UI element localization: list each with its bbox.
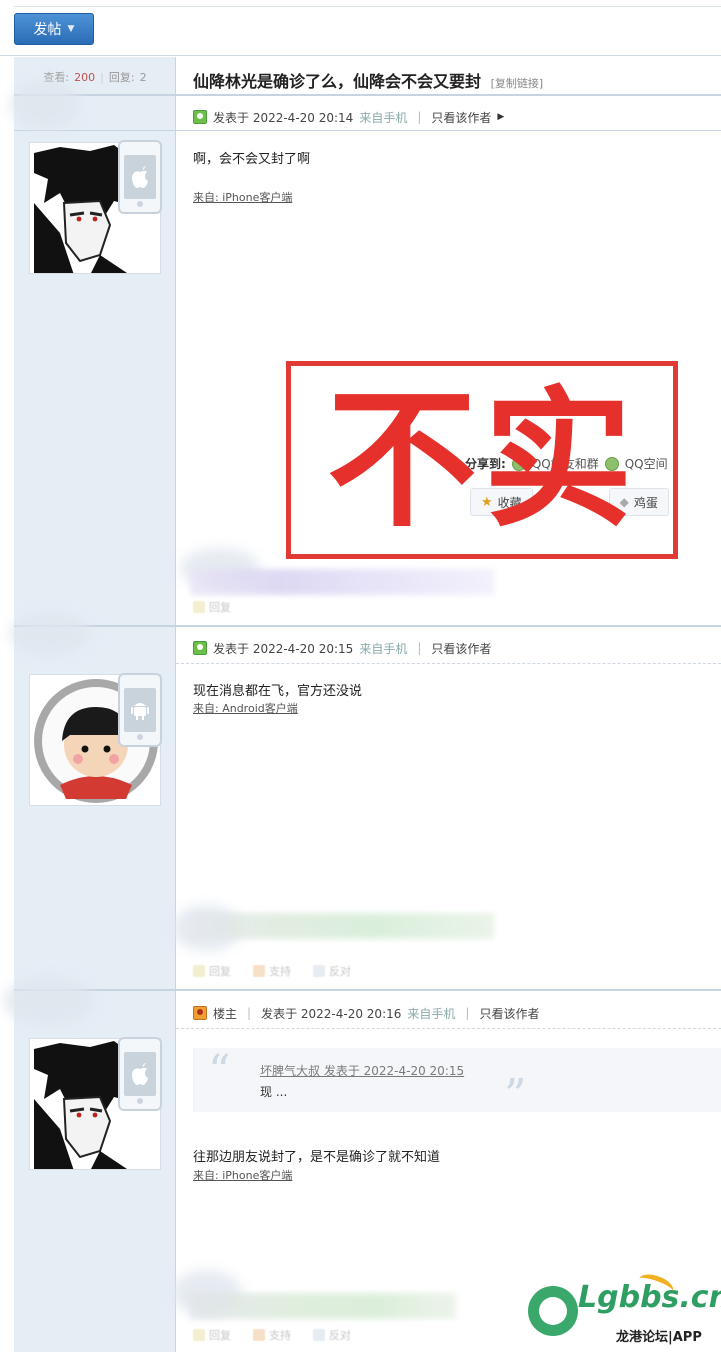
thread-starter-icon (193, 1006, 207, 1020)
post-meta-1: 发表于 2022-4-20 20:14 来自手机 | 只看该作者 ▶ (193, 107, 504, 127)
new-post-label: 发帖 (33, 22, 62, 38)
stamp-text: 不实 (327, 374, 640, 548)
online-status-icon (193, 641, 207, 655)
meta-dashed-line (176, 663, 721, 664)
top-rule (14, 6, 721, 7)
post-time: 发表于 2022-4-20 20:15 (213, 641, 354, 656)
watermark-logo-icon (528, 1286, 578, 1336)
author-only-link[interactable]: 只看该作者 (431, 109, 491, 126)
post-separator (14, 989, 721, 991)
thread-title-text: 仙降林光是确诊了么，仙降会不会又要封 (193, 72, 482, 91)
support-action[interactable]: 支持 (253, 1327, 291, 1343)
iphone-client-badge (118, 140, 162, 214)
quote-block: “ 坏脾气大叔 发表于 2022-4-20 20:15 现 ... ” (193, 1046, 721, 1121)
client-source-link-3[interactable]: 来自: iPhone客户端 (193, 1167, 292, 1183)
home-button (137, 734, 143, 740)
post-content-2: 现在消息都在飞，官方还没说 (193, 684, 363, 699)
page-title: 仙降林光是确诊了么，仙降会不会又要封 [复制链接] (193, 68, 543, 92)
post-source: 来自手机 (359, 641, 408, 656)
post-actions-2: 回复 支持 反对 (193, 963, 351, 979)
reply-action[interactable]: 回复 (193, 599, 231, 615)
stats-divider: | (100, 70, 104, 84)
client-source-link-1[interactable]: 来自: iPhone客户端 (193, 189, 292, 205)
reply-action[interactable]: 回复 (193, 1327, 231, 1343)
blurred-avatar-smudge (10, 612, 90, 656)
post-source: 来自手机 (359, 110, 408, 125)
apple-icon (132, 166, 148, 188)
top-toolbar: 发帖 ▼ (0, 0, 721, 56)
reply-icon (193, 1329, 205, 1341)
reply-icon (193, 965, 205, 977)
thumb-up-icon (253, 1329, 265, 1341)
reply-icon (193, 601, 205, 613)
post-time: 发表于 2022-4-20 20:16 (261, 1006, 402, 1021)
oppose-action[interactable]: 反对 (313, 1327, 351, 1343)
new-post-button[interactable]: 发帖 ▼ (14, 13, 94, 45)
android-icon (131, 703, 149, 720)
blurred-signature-bar (190, 569, 494, 595)
phone-screen (124, 155, 156, 199)
copy-link[interactable]: [复制链接] (491, 77, 544, 90)
triangle-right-icon[interactable]: ▶ (497, 112, 504, 122)
post-source: 来自手机 (407, 1006, 456, 1021)
meta-divider: | (465, 1006, 470, 1020)
floor-label: 楼主 (213, 1006, 238, 1021)
phone-screen (124, 1052, 156, 1096)
apple-icon (132, 1063, 148, 1085)
oppose-action[interactable]: 反对 (313, 963, 351, 979)
post-actions-3: 回复 支持 反对 (193, 1327, 351, 1343)
home-button (137, 201, 143, 207)
site-watermark: Lgbbs.cn 龙港论坛|APP (528, 1270, 721, 1350)
close-quote-icon: ” (504, 1070, 527, 1121)
thumb-down-icon (313, 965, 325, 977)
blurred-signature-bar (190, 1293, 456, 1319)
client-source-link-2[interactable]: 来自: Android客户端 (193, 700, 298, 716)
quote-text: 现 ... (260, 1085, 288, 1099)
watermark-brand: Lgbbs.cn (578, 1280, 721, 1315)
open-quote-icon: “ (208, 1046, 231, 1097)
post-meta-3: 楼主 | 发表于 2022-4-20 20:16 来自手机 | 只看该作者 (193, 1003, 539, 1023)
replies-count: 2 (139, 70, 147, 84)
post-time: 发表于 2022-4-20 20:14 (213, 110, 354, 125)
author-only-link[interactable]: 只看该作者 (479, 1005, 539, 1022)
watermark-subtitle: 龙港论坛|APP (616, 1330, 702, 1345)
post-actions-1: 回复 (193, 599, 231, 615)
post-separator (14, 130, 721, 131)
post-separator (14, 625, 721, 627)
meta-divider: | (417, 110, 422, 124)
phone-screen (124, 688, 156, 732)
replies-label: 回复: (108, 71, 135, 84)
support-action[interactable]: 支持 (253, 963, 291, 979)
author-only-link[interactable]: 只看该作者 (431, 640, 491, 657)
android-client-badge (118, 673, 162, 747)
blurred-avatar-smudge (4, 976, 94, 1026)
views-count: 200 (74, 70, 96, 84)
meta-dashed-line (176, 1028, 721, 1029)
thumb-down-icon (313, 1329, 325, 1341)
iphone-client-badge (118, 1037, 162, 1111)
fact-check-stamp: 不实 (286, 361, 678, 559)
meta-divider: | (247, 1006, 252, 1020)
post-content-3: 往那边朋友说封了，是不是确诊了就不知道 (193, 1150, 441, 1165)
post-meta-2: 发表于 2022-4-20 20:15 来自手机 | 只看该作者 (193, 638, 491, 658)
blurred-signature-bar (190, 913, 494, 939)
blurred-avatar-smudge (10, 80, 80, 130)
post-content-1: 啊，会不会又封了啊 (193, 152, 311, 167)
meta-divider: | (417, 641, 422, 655)
chevron-down-icon: ▼ (67, 24, 75, 34)
reply-action[interactable]: 回复 (193, 963, 231, 979)
home-button (137, 1098, 143, 1104)
title-separator (14, 94, 721, 96)
thumb-up-icon (253, 965, 265, 977)
quote-author-link[interactable]: 坏脾气大叔 发表于 2022-4-20 20:15 (260, 1062, 464, 1079)
online-status-icon (193, 110, 207, 124)
